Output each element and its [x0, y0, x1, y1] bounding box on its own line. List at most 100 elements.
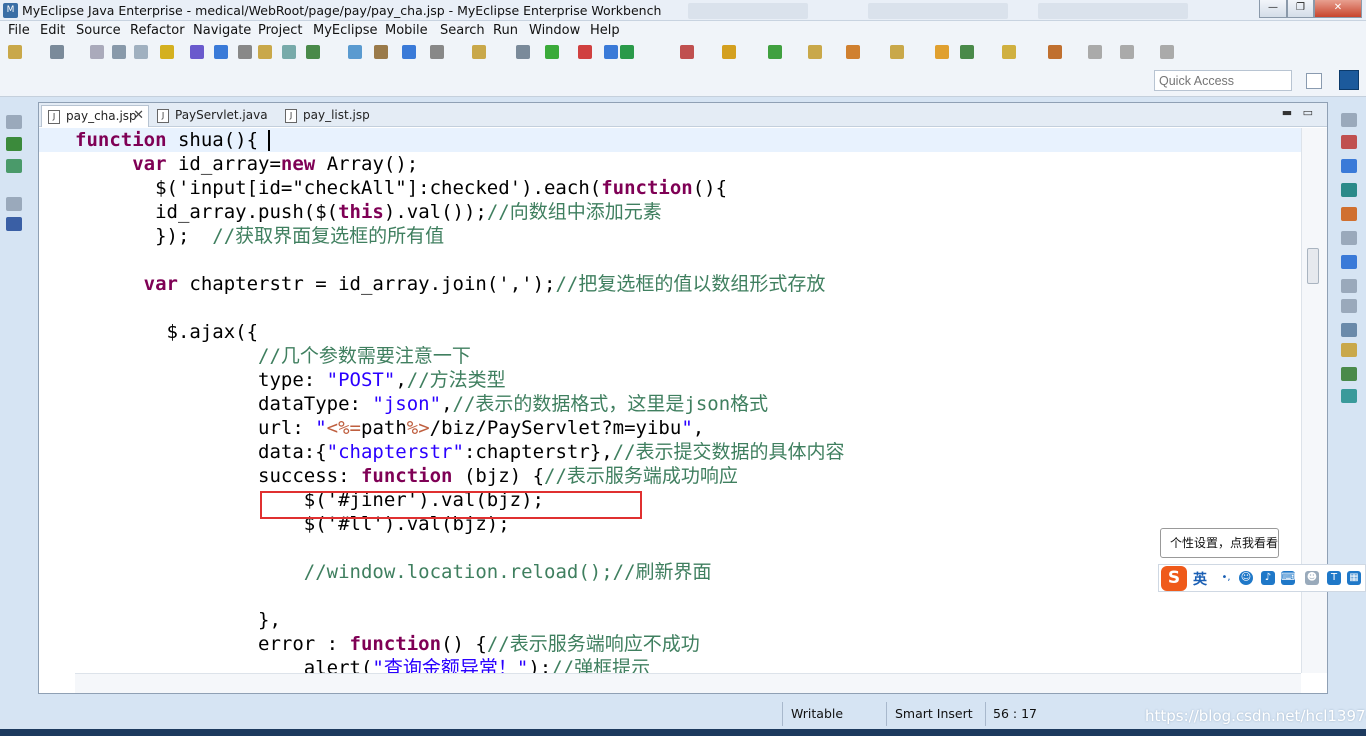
toolbar-button-icon[interactable]	[430, 45, 444, 59]
maximize-button[interactable]: ❐	[1287, 0, 1314, 18]
view-trim-icon[interactable]	[1341, 343, 1357, 357]
package-explorer-icon[interactable]	[6, 137, 22, 151]
toolbar-button-icon[interactable]	[680, 45, 694, 59]
menu-source[interactable]: Source	[76, 23, 121, 38]
view-trim-icon[interactable]	[1341, 279, 1357, 293]
toolbox-icon[interactable]: ▦	[1347, 571, 1361, 585]
skin-icon[interactable]: T	[1327, 571, 1341, 585]
toolbar-button-icon[interactable]	[1088, 45, 1102, 59]
menu-file[interactable]: File	[8, 23, 30, 38]
ime-toolbar[interactable]: S 英 •, ☺ ♪ ⌨ ☻ T ▦	[1158, 564, 1366, 592]
toolbar-button-icon[interactable]	[1120, 45, 1134, 59]
menu-refactor[interactable]: Refactor	[130, 23, 185, 38]
toolbar-button-icon[interactable]	[402, 45, 416, 59]
toolbar-button-icon[interactable]	[960, 45, 974, 59]
toolbar-button-icon[interactable]	[768, 45, 782, 59]
tab-pay-list-jsp[interactable]: J pay_list.jsp	[279, 105, 389, 127]
toolbar-button-icon[interactable]	[190, 45, 204, 59]
toolbar-button-icon[interactable]	[282, 45, 296, 59]
menu-navigate[interactable]: Navigate	[193, 23, 251, 38]
restore-view-icon-2[interactable]	[6, 197, 22, 211]
code-token: success:	[75, 465, 361, 487]
view-trim-icon[interactable]	[1341, 159, 1357, 173]
user-icon[interactable]: ☻	[1305, 571, 1319, 585]
myeclipse-perspective-icon[interactable]	[1339, 70, 1359, 90]
tab-label: PayServlet.java	[175, 108, 268, 122]
close-window-button[interactable]: ✕	[1314, 0, 1362, 18]
code-token: alert(	[75, 657, 373, 673]
punctuation-icon[interactable]: •,	[1219, 571, 1233, 585]
code-token: //表示的数据格式，这里是json格式	[452, 393, 769, 415]
microphone-icon[interactable]: ♪	[1261, 571, 1275, 585]
toolbar-button-icon[interactable]	[1002, 45, 1016, 59]
toolbar-button-icon[interactable]	[50, 45, 64, 59]
toolbar-button-icon[interactable]	[604, 45, 618, 59]
toolbar-button-icon[interactable]	[348, 45, 362, 59]
view-trim-icon[interactable]	[1341, 389, 1357, 403]
toolbar-button-icon[interactable]	[578, 45, 592, 59]
watermark: https://blog.csdn.net/hcl13974	[1145, 707, 1366, 725]
code-token: });	[75, 225, 213, 247]
menu-edit[interactable]: Edit	[40, 23, 65, 38]
toolbar-button-icon[interactable]	[90, 45, 104, 59]
ime-mode-toggle[interactable]: 英	[1193, 569, 1207, 589]
view-trim-icon[interactable]	[1341, 367, 1357, 381]
view-trim-icon[interactable]	[1341, 299, 1357, 313]
toolbar-button-icon[interactable]	[722, 45, 736, 59]
toolbar-button-icon[interactable]	[306, 45, 320, 59]
toolbar-button-icon[interactable]	[808, 45, 822, 59]
restore-view-icon[interactable]	[6, 115, 22, 129]
vertical-scroll-thumb[interactable]	[1307, 248, 1319, 284]
tab-payservlet-java[interactable]: J PayServlet.java	[151, 105, 268, 127]
editor-min-max-controls[interactable]: ▬ ▭	[1282, 106, 1313, 119]
view-trim-icon[interactable]	[1341, 183, 1357, 197]
horizontal-scrollbar[interactable]	[75, 673, 1301, 693]
toolbar-button-icon[interactable]	[1160, 45, 1174, 59]
toolbar-button-icon[interactable]	[374, 45, 388, 59]
menu-run[interactable]: Run	[493, 23, 518, 38]
hierarchy-icon[interactable]	[6, 159, 22, 173]
emoji-icon[interactable]: ☺	[1239, 571, 1253, 585]
view-trim-icon[interactable]	[1341, 135, 1357, 149]
toolbar-button-icon[interactable]	[1048, 45, 1062, 59]
image-preview-icon[interactable]	[6, 217, 22, 231]
keyboard-icon[interactable]: ⌨	[1281, 571, 1295, 585]
toolbar-button-icon[interactable]	[935, 45, 949, 59]
toolbar-button-icon[interactable]	[8, 45, 22, 59]
menu-myeclipse[interactable]: MyEclipse	[313, 23, 378, 38]
menu-mobile[interactable]: Mobile	[385, 23, 428, 38]
toolbar-button-icon[interactable]	[516, 45, 530, 59]
toolbar-button-icon[interactable]	[620, 45, 634, 59]
menu-search[interactable]: Search	[440, 23, 485, 38]
code-area[interactable]: function shua(){ var id_array=new Array(…	[39, 128, 1301, 673]
toolbar-button-icon[interactable]	[258, 45, 272, 59]
menu-window[interactable]: Window	[529, 23, 580, 38]
toolbar-button-icon[interactable]	[846, 45, 860, 59]
view-trim-icon[interactable]	[1341, 323, 1357, 337]
toolbar-button-icon[interactable]	[214, 45, 228, 59]
code-line: type: "POST",//方法类型	[75, 368, 506, 392]
toolbar-button-icon[interactable]	[472, 45, 486, 59]
code-line: $('input[id="checkAll"]:checked').each(f…	[75, 176, 727, 200]
view-trim-icon[interactable]	[1341, 231, 1357, 245]
open-perspective-icon[interactable]	[1306, 73, 1322, 89]
close-tab-icon[interactable]: ✕	[133, 108, 144, 123]
view-trim-icon[interactable]	[1341, 255, 1357, 269]
menu-project[interactable]: Project	[258, 23, 302, 38]
view-trim-icon[interactable]	[1341, 207, 1357, 221]
toolbar-button-icon[interactable]	[134, 45, 148, 59]
tab-pay-cha-jsp[interactable]: J pay_cha.jsp ✕	[41, 105, 149, 127]
toolbar-button-icon[interactable]	[238, 45, 252, 59]
minimize-button[interactable]: —	[1259, 0, 1287, 18]
view-trim-icon[interactable]	[1341, 113, 1357, 127]
toolbar-button-icon[interactable]	[545, 45, 559, 59]
code-token: var	[143, 273, 178, 295]
quick-access-input[interactable]	[1154, 70, 1292, 91]
toolbar-button-icon[interactable]	[890, 45, 904, 59]
toolbar-button-icon[interactable]	[160, 45, 174, 59]
toolbar-button-icon[interactable]	[112, 45, 126, 59]
menu-help[interactable]: Help	[590, 23, 620, 38]
sogou-logo-icon[interactable]: S	[1161, 566, 1187, 591]
code-token: ,	[441, 393, 453, 415]
tab-label: pay_cha.jsp	[66, 109, 137, 123]
